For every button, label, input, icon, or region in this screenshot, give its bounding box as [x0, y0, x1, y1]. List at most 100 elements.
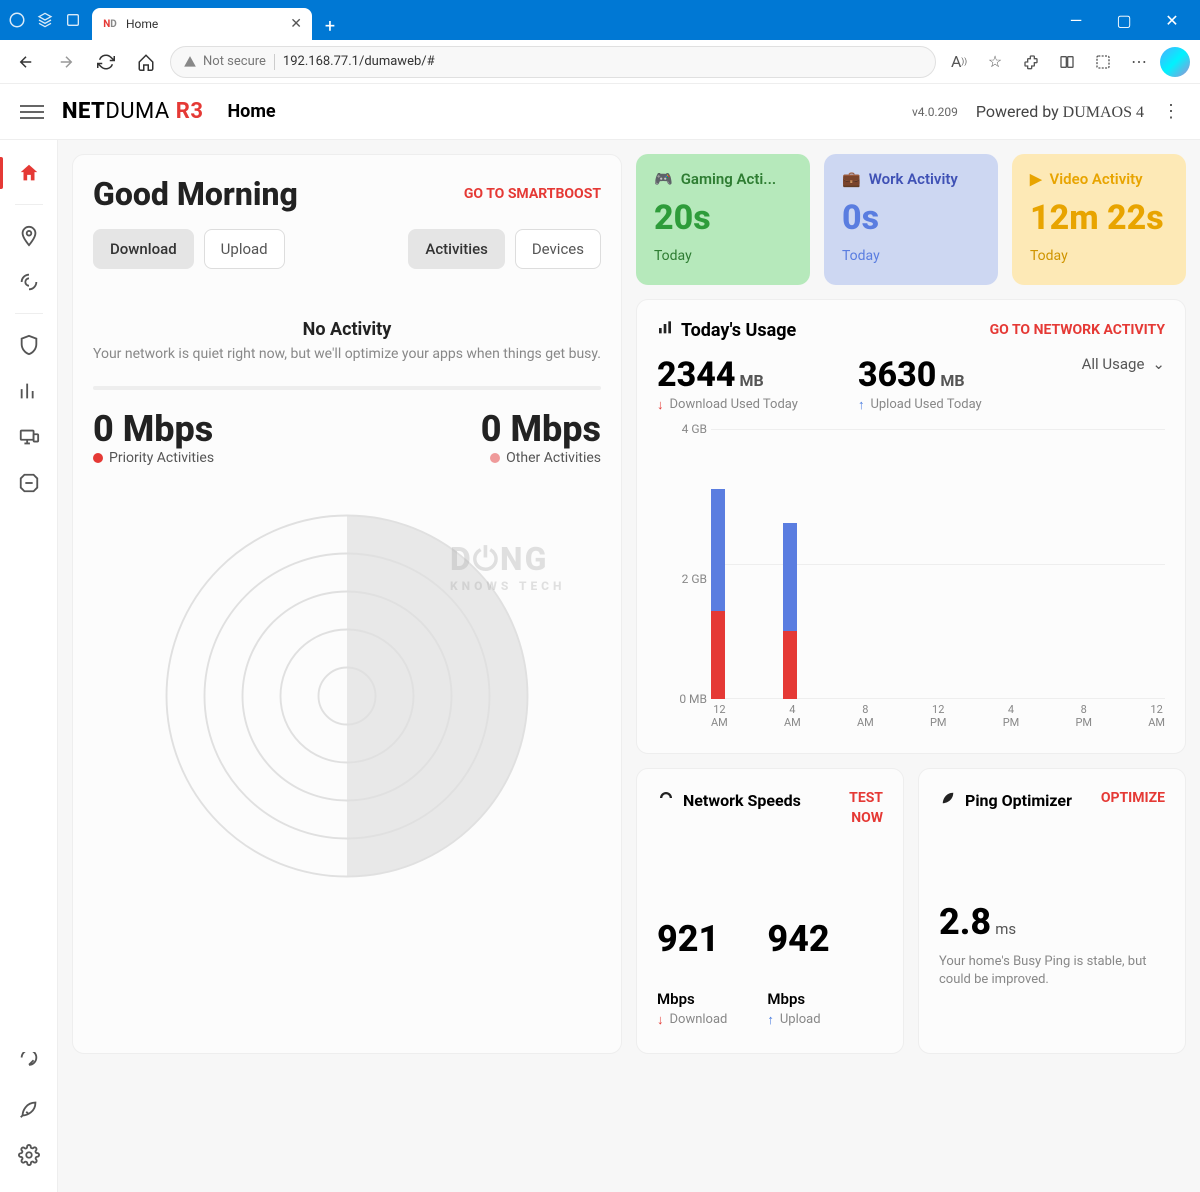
- usage-filter-dropdown[interactable]: All Usage⌄: [1082, 355, 1165, 373]
- split-screen-icon[interactable]: [1052, 47, 1082, 77]
- app-header: NETDUMA R3 Home v4.0.209 Powered by DUMA…: [0, 84, 1200, 140]
- chart-bar: [1143, 429, 1157, 699]
- network-speeds-card: Network Speeds TEST NOW 921 Mbps ↓Downlo…: [636, 768, 904, 1054]
- other-speed: 0 Mbps Other Activities: [481, 408, 601, 466]
- workspaces-icon[interactable]: [36, 11, 54, 29]
- x-tick: 12AM: [1148, 703, 1165, 729]
- usage-card: Today's Usage GO TO NETWORK ACTIVITY 234…: [636, 299, 1186, 755]
- forward-button[interactable]: [50, 46, 82, 78]
- gamepad-icon: 🎮: [654, 170, 673, 188]
- x-tick: 8AM: [857, 703, 874, 729]
- sidebar-item-settings[interactable]: [8, 1134, 50, 1176]
- toggle-upload[interactable]: Upload: [204, 229, 285, 269]
- refresh-button[interactable]: [90, 46, 122, 78]
- bars-icon: [657, 320, 673, 341]
- video-tile[interactable]: ▶Video Activity 12m 22s Today: [1012, 154, 1186, 285]
- download-speed: 921 Mbps ↓Download: [657, 918, 727, 1028]
- page-title: Home: [227, 101, 275, 122]
- test-now-link[interactable]: TEST NOW: [833, 789, 883, 828]
- radar-chart: [157, 506, 537, 886]
- home-button[interactable]: [130, 46, 162, 78]
- tab-actions-icon[interactable]: [64, 11, 82, 29]
- gaming-tile[interactable]: 🎮Gaming Acti... 20s Today: [636, 154, 810, 285]
- hamburger-menu[interactable]: [20, 105, 44, 119]
- x-tick: 4PM: [1003, 703, 1020, 729]
- x-tick: 12PM: [930, 703, 947, 729]
- sidebar-item-charts[interactable]: [8, 370, 50, 412]
- x-tick: 8PM: [1075, 703, 1092, 729]
- divider: [93, 386, 601, 390]
- new-tab-button[interactable]: +: [316, 12, 344, 40]
- powered-by: Powered by DUMAOS 4: [976, 102, 1144, 122]
- x-tick: 4AM: [784, 703, 801, 729]
- priority-speed: 0 Mbps Priority Activities: [93, 408, 214, 466]
- browser-toolbar: Not secure 192.168.77.1/dumaweb/# A)) ☆ …: [0, 40, 1200, 84]
- window-titlebar: ND Home ✕ + — ▢ ✕: [0, 0, 1200, 40]
- back-button[interactable]: [10, 46, 42, 78]
- extensions-icon[interactable]: [1016, 47, 1046, 77]
- no-activity-title: No Activity: [93, 319, 601, 340]
- briefcase-icon: 💼: [842, 170, 861, 188]
- screenshot-icon[interactable]: [1088, 47, 1118, 77]
- network-activity-link[interactable]: GO TO NETWORK ACTIVITY: [990, 322, 1165, 338]
- copilot-icon[interactable]: [1160, 47, 1190, 77]
- chart-bar: [927, 429, 941, 699]
- app-icon: [8, 11, 26, 29]
- no-activity-desc: Your network is quiet right now, but we'…: [93, 346, 601, 362]
- more-icon[interactable]: ⋯: [1124, 47, 1154, 77]
- toggle-devices[interactable]: Devices: [515, 229, 601, 269]
- url-bar[interactable]: Not secure 192.168.77.1/dumaweb/#: [170, 46, 936, 78]
- toggle-activities[interactable]: Activities: [408, 229, 504, 269]
- work-tile[interactable]: 💼Work Activity 0s Today: [824, 154, 998, 285]
- sidebar-item-geofilter[interactable]: [8, 215, 50, 257]
- upload-speed: 942 Mbps ↑Upload: [767, 918, 829, 1028]
- chart-bar: [711, 429, 725, 699]
- x-tick: 12AM: [711, 703, 728, 729]
- priority-dot-icon: [93, 453, 103, 463]
- version-label: v4.0.209: [912, 105, 958, 119]
- ping-optimizer-card: Ping Optimizer OPTIMIZE 2.8ms Your home'…: [918, 768, 1186, 1054]
- sidebar-item-rocket[interactable]: [8, 1088, 50, 1130]
- chart-bar: [783, 429, 797, 699]
- chart-bar: [1071, 429, 1085, 699]
- sidebar-item-speedtest[interactable]: [8, 1042, 50, 1084]
- greeting-title: Good Morning: [93, 175, 298, 213]
- security-indicator[interactable]: Not secure: [183, 54, 266, 69]
- arrow-up-icon: ↑: [767, 1012, 774, 1028]
- usage-chart: 4 GB 2 GB 0 MB 12AM4AM8AM12PM4PM8PM12AM: [657, 429, 1165, 729]
- favicon: ND: [102, 16, 118, 32]
- video-icon: ▶: [1030, 170, 1042, 188]
- arrow-down-icon: ↓: [657, 397, 664, 413]
- close-tab-icon[interactable]: ✕: [290, 16, 302, 32]
- sidebar-item-smartboost[interactable]: [8, 261, 50, 303]
- arrow-down-icon: ↓: [657, 1012, 664, 1028]
- no-activity-block: No Activity Your network is quiet right …: [93, 319, 601, 362]
- overflow-menu-icon[interactable]: ⋮: [1162, 101, 1180, 122]
- url-text: 192.168.77.1/dumaweb/#: [283, 54, 435, 69]
- browser-tab[interactable]: ND Home ✕: [92, 8, 312, 40]
- activity-tiles: 🎮Gaming Acti... 20s Today 💼Work Activity…: [636, 154, 1186, 285]
- greeting-card: Good Morning GO TO SMARTBOOST Download U…: [72, 154, 622, 1054]
- smartboost-link[interactable]: GO TO SMARTBOOST: [464, 186, 601, 202]
- chart-bar: [855, 429, 869, 699]
- favorite-icon[interactable]: ☆: [980, 47, 1010, 77]
- close-window-button[interactable]: ✕: [1152, 5, 1192, 35]
- ping-value: 2.8ms: [939, 901, 1165, 943]
- toggle-download[interactable]: Download: [93, 229, 194, 269]
- ping-desc: Your home's Busy Ping is stable, but cou…: [939, 953, 1165, 989]
- chevron-down-icon: ⌄: [1152, 355, 1165, 373]
- sidebar-item-devices[interactable]: [8, 416, 50, 458]
- divider: [274, 54, 275, 70]
- optimize-link[interactable]: OPTIMIZE: [1101, 789, 1165, 809]
- sidebar: [0, 140, 58, 1192]
- read-aloud-icon[interactable]: A)): [944, 47, 974, 77]
- sidebar-item-shield[interactable]: [8, 324, 50, 366]
- upload-stat: 3630MB ↑Upload Used Today: [858, 355, 982, 413]
- sidebar-item-adblock[interactable]: [8, 462, 50, 504]
- maximize-button[interactable]: ▢: [1104, 5, 1144, 35]
- gauge-icon: [657, 789, 675, 811]
- minimize-button[interactable]: —: [1056, 5, 1096, 35]
- sidebar-item-home[interactable]: [8, 152, 50, 194]
- tab-strip: ND Home ✕ +: [92, 0, 1056, 40]
- brand-logo: NETDUMA R3: [62, 99, 203, 124]
